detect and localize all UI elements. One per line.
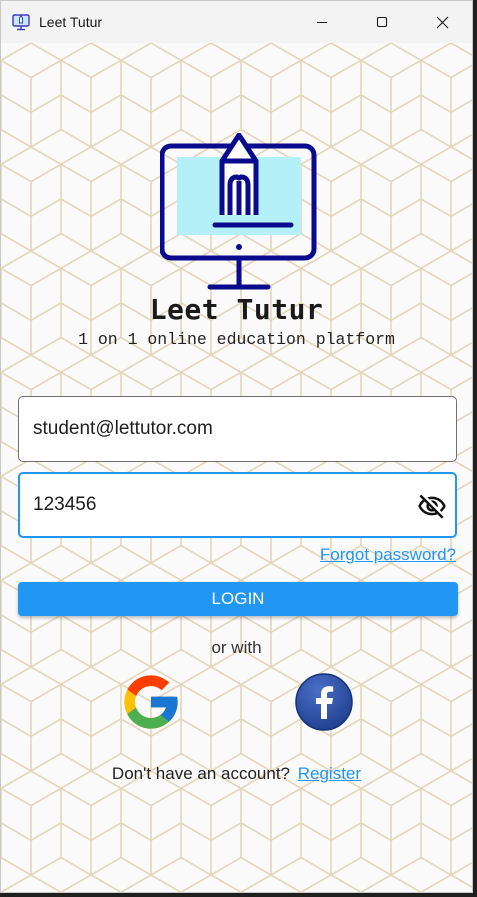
register-row: Don't have an account? Register (1, 764, 472, 784)
password-field[interactable]: 123456 (18, 472, 457, 538)
close-icon (436, 16, 448, 28)
maximize-icon (376, 16, 388, 28)
email-value: student@lettutor.com (33, 418, 213, 439)
login-button-label: LOGIN (211, 589, 265, 608)
window-title: Leet Tutur (39, 14, 103, 30)
forgot-password-link[interactable]: Forgot password? (320, 545, 456, 565)
no-account-label: Don't have an account? (111, 764, 291, 783)
eye-off-icon[interactable] (417, 491, 447, 521)
brand-tagline: 1 on 1 online education platform (78, 330, 395, 349)
minimize-button[interactable] (292, 1, 352, 43)
title-bar[interactable]: Leet Tutur (1, 1, 472, 43)
app-window: Leet Tutur Leet Tutur 1 on 1 online educ… (0, 0, 473, 893)
password-value: 123456 (33, 494, 97, 515)
app-logo-icon (12, 14, 30, 31)
maximize-button[interactable] (352, 1, 412, 43)
minimize-icon (317, 22, 327, 23)
login-screen: Leet Tutur 1 on 1 online education platf… (1, 43, 472, 892)
google-icon[interactable] (119, 670, 183, 734)
register-link[interactable]: Register (298, 764, 361, 783)
email-field[interactable]: student@lettutor.com (18, 396, 457, 462)
brand-name: Leet Tutur (149, 293, 324, 326)
login-button[interactable]: LOGIN (18, 582, 458, 616)
app-logo (160, 133, 317, 290)
or-with-label: or with (211, 638, 262, 657)
facebook-icon[interactable] (294, 672, 354, 732)
close-button[interactable] (412, 1, 472, 43)
window-controls (292, 1, 472, 43)
